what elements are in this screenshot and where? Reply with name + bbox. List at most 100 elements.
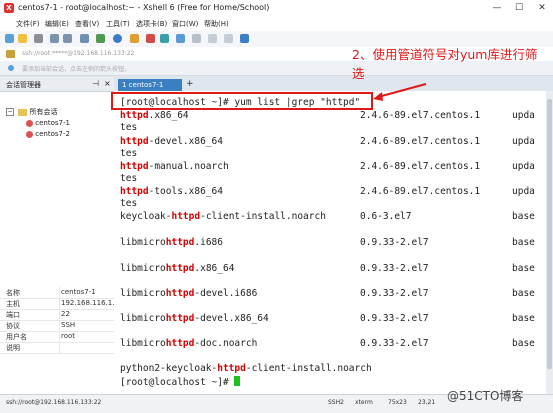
window-title: centos7-1 - root@localhost:~ - Xshell 6 … <box>18 3 270 12</box>
menu-file[interactable]: 文件(F) <box>16 19 40 29</box>
title-bar: X centos7-1 - root@localhost:~ - Xshell … <box>0 0 553 18</box>
output-line: libmicrohttpd.i686 <box>120 237 223 248</box>
menu-tabs[interactable]: 选项卡(B) <box>136 19 167 29</box>
match-highlight: httpd <box>120 186 149 197</box>
session-icon <box>26 130 33 138</box>
close-button[interactable]: ✕ <box>531 0 553 17</box>
tree-item-label: centos7-1 <box>35 119 70 127</box>
package-version: 2.4.6-89.el7.centos.1 <box>360 186 481 197</box>
prop-key: 名称 <box>6 289 20 297</box>
add-tab-button[interactable]: + <box>186 79 194 89</box>
package-suffix: -devel.x86_64 <box>148 136 223 147</box>
tree-root-label: 所有会话 <box>29 108 58 116</box>
hint-text: 要添加当前会话，点击左侧的箭头按钮。 <box>22 66 131 73</box>
prop-key: 主机 <box>6 300 20 308</box>
address-book-icon[interactable] <box>6 50 15 58</box>
scrollbar-thumb[interactable] <box>547 99 552 369</box>
status-connection: ssh://root@192.168.116.133:22 <box>6 399 102 406</box>
print-icon[interactable] <box>96 34 105 43</box>
match-highlight: httpd <box>165 288 195 299</box>
status-pos: 23,21 <box>418 399 436 406</box>
prop-key: 协议 <box>6 322 20 330</box>
terminal-scrollbar[interactable] <box>546 91 553 394</box>
status-protocol: SSH2 <box>328 399 344 406</box>
watermark: @51CTO博客 <box>447 389 524 403</box>
xftp-icon[interactable] <box>146 34 155 43</box>
output-line: httpd-manual.noarch <box>120 161 229 172</box>
status-size: 75x23 <box>388 399 407 406</box>
package-prefix: libmicro <box>120 313 166 324</box>
package-suffix: .i686 <box>194 237 223 248</box>
lock-icon[interactable] <box>192 34 201 43</box>
collapse-icon[interactable]: − <box>6 108 14 116</box>
package-repo: upda <box>512 136 535 147</box>
compose-icon[interactable] <box>224 34 233 43</box>
terminal-cursor <box>234 376 241 386</box>
tree-root-all-sessions[interactable]: − 所有会话 <box>6 107 57 117</box>
terminal[interactable]: [root@localhost ~]# yum list |grep "http… <box>114 91 546 394</box>
prop-key: 说明 <box>6 344 20 352</box>
tree-item-label: centos7-2 <box>35 130 70 138</box>
prop-value: 192.168.116.1... <box>61 299 119 307</box>
prop-key: 用户名 <box>6 333 27 341</box>
output-line: httpd-tools.x86_64 <box>120 186 223 197</box>
package-version: 0.9.33-2.el7 <box>360 338 429 349</box>
menu-view[interactable]: 查看(V) <box>75 19 99 29</box>
fullscreen-icon[interactable] <box>176 34 185 43</box>
prop-key: 端口 <box>6 311 20 319</box>
match-highlight: httpd <box>165 237 195 248</box>
prop-value: SSH <box>61 321 76 329</box>
package-version: 0.9.33-2.el7 <box>360 237 429 248</box>
minimize-button[interactable]: — <box>486 0 508 17</box>
package-suffix: -devel.i686 <box>194 288 258 299</box>
package-repo: base <box>512 211 535 222</box>
paste-icon[interactable] <box>63 34 72 43</box>
tree-item-centos7-2[interactable]: centos7-2 <box>26 130 70 138</box>
folder-icon <box>18 108 28 116</box>
package-prefix: python2-keycloak- <box>120 363 218 374</box>
help-icon[interactable] <box>240 34 249 43</box>
package-suffix: -tools.x86_64 <box>148 186 223 197</box>
keyboard-icon[interactable] <box>208 34 217 43</box>
package-repo: base <box>512 237 535 248</box>
menu-help[interactable]: 帮助(H) <box>204 19 229 29</box>
package-prefix: libmicro <box>120 338 166 349</box>
tab-centos7-1[interactable]: 1 centos7-1 <box>118 79 182 91</box>
pin-icon[interactable]: ⊣ <box>92 79 99 88</box>
disconnect-icon[interactable] <box>34 34 43 43</box>
package-repo: base <box>512 263 535 274</box>
address-field[interactable]: ssh://root:*****@192.168.116.133:22 <box>22 50 134 57</box>
transfer-icon[interactable] <box>160 34 169 43</box>
close-panel-icon[interactable]: × <box>104 79 111 88</box>
output-line: python2-keycloak-httpd-client-install.no… <box>120 363 372 374</box>
menu-window[interactable]: 窗口(W) <box>172 19 198 29</box>
annotation-text: 2、使用管道符号对yum库进行筛选 <box>352 47 538 81</box>
copy-icon[interactable] <box>50 34 59 43</box>
menu-edit[interactable]: 编辑(E) <box>45 19 69 29</box>
open-folder-icon[interactable] <box>18 34 27 43</box>
prop-value: 22 <box>61 310 70 318</box>
globe-icon[interactable] <box>113 34 122 43</box>
session-icon <box>26 119 33 127</box>
output-line: libmicrohttpd.x86_64 <box>120 263 234 274</box>
session-manager-header: 会话管理器 ⊣ × <box>0 77 114 92</box>
package-repo: upda <box>512 110 535 121</box>
package-version: 2.4.6-89.el7.centos.1 <box>360 110 481 121</box>
package-suffix: -client-install.noarch <box>200 211 326 222</box>
prop-divider <box>59 287 60 298</box>
maximize-button[interactable]: ☐ <box>508 0 530 17</box>
match-highlight: httpd <box>120 161 149 172</box>
match-highlight: httpd <box>165 263 195 274</box>
font-icon[interactable] <box>130 34 139 43</box>
session-properties: 名称 centos7-1 主机 192.168.116.1... 端口 22 协议 SS… <box>0 287 119 394</box>
command-highlight-box <box>111 92 373 110</box>
package-suffix: -devel.x86_64 <box>194 313 269 324</box>
output-line: libmicrohttpd-devel.i686 <box>120 288 257 299</box>
tree-item-centos7-1[interactable]: centos7-1 <box>26 119 70 127</box>
output-line: httpd-devel.x86_64 <box>120 136 223 147</box>
prop-row: 说明 <box>0 342 114 354</box>
find-icon[interactable] <box>80 34 89 43</box>
new-session-icon[interactable] <box>5 34 14 43</box>
menu-tools[interactable]: 工具(T) <box>106 19 130 29</box>
match-highlight: httpd <box>120 136 149 147</box>
